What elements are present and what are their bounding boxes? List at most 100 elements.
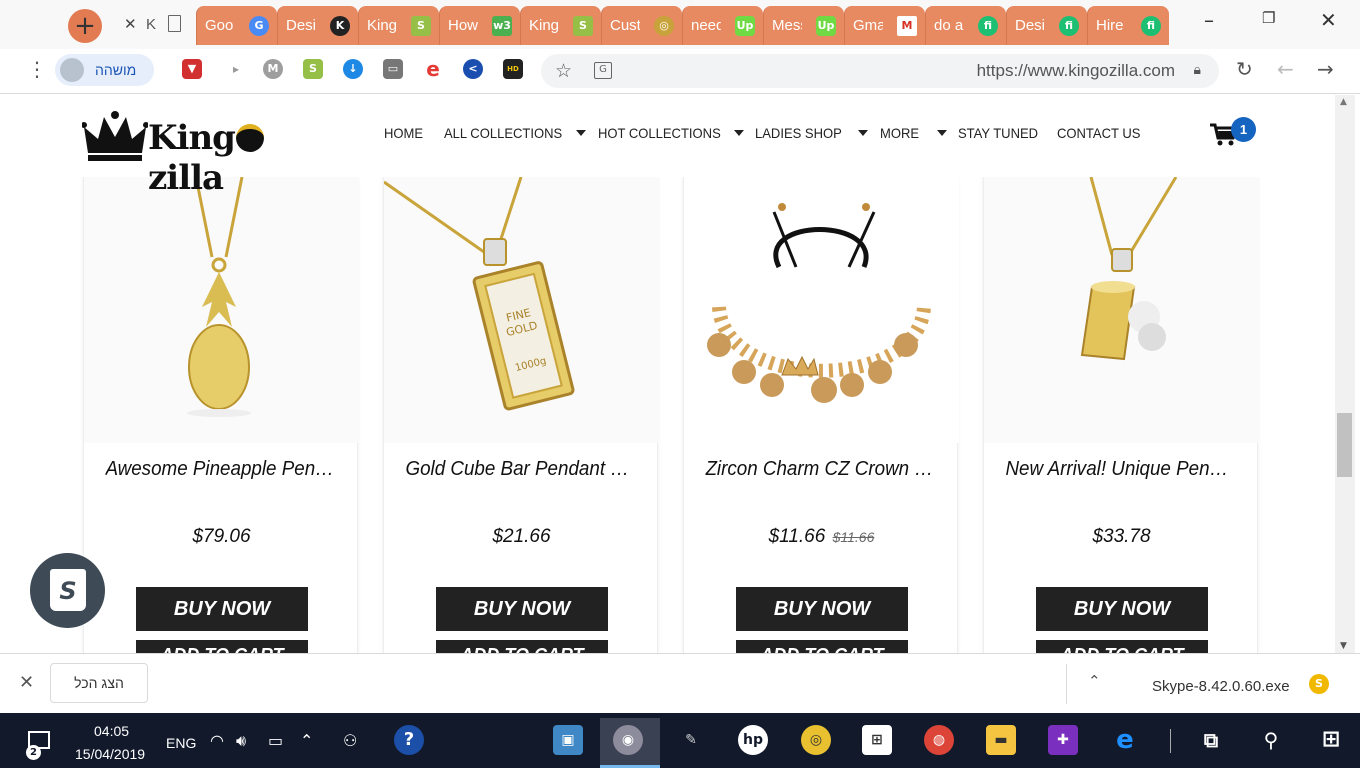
- address-bar[interactable]: ☆ G https://www.kingozilla.com 🔒︎: [541, 54, 1219, 88]
- windows-start-icon[interactable]: ⊞: [1316, 725, 1346, 755]
- lock-icon[interactable]: 🔒︎: [1194, 62, 1201, 78]
- tab[interactable]: Mess Up: [763, 6, 844, 45]
- language-indicator[interactable]: ENG: [166, 735, 196, 751]
- clock-time[interactable]: 04:05: [94, 723, 129, 739]
- installer-file-icon[interactable]: S: [1309, 674, 1329, 694]
- battery-icon[interactable]: ▭: [268, 731, 283, 750]
- tab[interactable]: King S: [358, 6, 439, 45]
- people-icon[interactable]: ⚇: [343, 731, 357, 750]
- product-image[interactable]: [984, 177, 1259, 443]
- close-download-bar-icon[interactable]: ✕: [19, 672, 34, 693]
- shopify-chat-button[interactable]: S: [30, 553, 105, 628]
- scroll-down-arrow-icon[interactable]: ▼: [1340, 641, 1347, 651]
- product-image[interactable]: FINE GOLD 1000g: [384, 177, 659, 443]
- mail-m-icon[interactable]: M: [263, 59, 283, 79]
- share-icon[interactable]: <: [463, 59, 483, 79]
- restore-icon[interactable]: ❐: [1262, 9, 1275, 27]
- product-image[interactable]: [84, 177, 359, 443]
- buy-now-button[interactable]: BUY NOW: [136, 587, 308, 631]
- product-title[interactable]: Zircon Charm CZ Crown 4mm Bracelet: [705, 458, 938, 481]
- add-to-cart-button[interactable]: ADD TO CART: [1036, 640, 1208, 653]
- tab[interactable]: Goo G: [196, 6, 277, 45]
- photos-app-icon[interactable]: ▣: [553, 725, 583, 755]
- url-text[interactable]: https://www.kingozilla.com: [977, 61, 1175, 81]
- syringe-app-icon[interactable]: ✎: [676, 725, 706, 755]
- bookmark-star-icon[interactable]: ☆: [555, 60, 572, 82]
- add-to-cart-button[interactable]: ADD TO CART: [736, 640, 908, 653]
- help-icon[interactable]: ?: [394, 725, 424, 755]
- wifi-icon[interactable]: ◠: [210, 731, 224, 750]
- cart-count-badge[interactable]: 1: [1231, 117, 1256, 142]
- chevron-down-icon[interactable]: [937, 130, 947, 136]
- tab[interactable]: need Up: [682, 6, 763, 45]
- close-window-icon[interactable]: ✕: [1320, 8, 1337, 32]
- forward-arrow-icon[interactable]: ←: [1277, 57, 1294, 81]
- nav-contact-us[interactable]: CONTACT US: [1057, 125, 1140, 141]
- product-image[interactable]: [684, 177, 959, 443]
- shopify-icon[interactable]: S: [303, 59, 323, 79]
- shield-icon[interactable]: ▼: [182, 59, 202, 79]
- minion-app-icon[interactable]: ◎: [801, 725, 831, 755]
- chevron-up-icon[interactable]: ⌃: [300, 731, 313, 750]
- hp-app-icon[interactable]: hp: [738, 725, 768, 755]
- nav-hot-collections[interactable]: HOT COLLECTIONS: [598, 125, 721, 141]
- product-title[interactable]: Gold Cube Bar Pendant Hip Hop Necklace: [405, 458, 638, 481]
- chevron-up-icon[interactable]: ⌃: [1088, 672, 1101, 690]
- add-to-cart-button[interactable]: ADD TO CART: [436, 640, 608, 653]
- volume-icon[interactable]: 🔊︎: [236, 731, 246, 751]
- nav-ladies-shop[interactable]: LADIES SHOP: [755, 125, 842, 141]
- profile-chip[interactable]: מושהה: [55, 54, 154, 86]
- page-scrollbar[interactable]: ▲ ▼: [1335, 95, 1355, 653]
- nav-stay-tuned[interactable]: STAY TUNED: [958, 125, 1038, 141]
- fullhd-icon[interactable]: HD: [503, 59, 523, 79]
- file-explorer-icon[interactable]: ▬: [986, 725, 1016, 755]
- screen-icon[interactable]: ▭: [383, 59, 403, 79]
- site-logo[interactable]: Kingzilla: [82, 107, 322, 198]
- show-all-downloads-button[interactable]: הצג הכל: [50, 663, 148, 703]
- puzzle-app-icon[interactable]: ✚: [1048, 725, 1078, 755]
- chevron-right-icon[interactable]: ▸: [226, 59, 246, 79]
- reload-icon[interactable]: ↻: [1236, 57, 1253, 81]
- back-arrow-icon[interactable]: →: [1317, 57, 1334, 81]
- buy-now-button[interactable]: BUY NOW: [1036, 587, 1208, 631]
- chevron-down-icon[interactable]: [858, 130, 868, 136]
- chevron-down-icon[interactable]: [576, 130, 586, 136]
- minimize-icon[interactable]: –: [1204, 8, 1214, 32]
- scroll-up-arrow-icon[interactable]: ▲: [1340, 97, 1347, 107]
- nav-more[interactable]: MORE: [880, 125, 919, 141]
- add-to-cart-button[interactable]: ADD TO CART: [136, 640, 308, 653]
- tab[interactable]: Gma M: [844, 6, 925, 45]
- translate-icon[interactable]: G: [594, 62, 612, 79]
- buy-now-button[interactable]: BUY NOW: [736, 587, 908, 631]
- edge-browser-icon[interactable]: e: [1110, 725, 1140, 755]
- store-app-icon[interactable]: ⊞: [862, 725, 892, 755]
- nav-home[interactable]: HOME: [384, 125, 423, 141]
- tab[interactable]: Desi fi: [1006, 6, 1087, 45]
- nav-all-collections[interactable]: ALL COLLECTIONS: [444, 125, 562, 141]
- tab-label: How: [448, 17, 478, 34]
- new-tab-plus-icon[interactable]: +: [68, 9, 102, 43]
- tab-close-icon[interactable]: ✕: [124, 15, 137, 33]
- tab[interactable]: do a fi: [925, 6, 1006, 45]
- task-view-icon[interactable]: ⧉: [1196, 725, 1226, 755]
- tab[interactable]: Hire fi: [1087, 6, 1169, 45]
- download-icon[interactable]: ↓: [343, 59, 363, 79]
- search-icon[interactable]: ⚲: [1256, 725, 1286, 755]
- chrome-app-icon[interactable]: ◍: [924, 725, 954, 755]
- tab[interactable]: How w3: [439, 6, 520, 45]
- buy-now-button[interactable]: BUY NOW: [436, 587, 608, 631]
- chrome-profile-app-icon[interactable]: ◉: [613, 725, 643, 755]
- chevron-down-icon[interactable]: [734, 130, 744, 136]
- e-icon[interactable]: e: [423, 59, 443, 79]
- active-tab-label[interactable]: K: [146, 16, 156, 33]
- tab[interactable]: Cust ◎: [601, 6, 682, 45]
- scrollbar-thumb[interactable]: [1337, 413, 1352, 477]
- tab[interactable]: King S: [520, 6, 601, 45]
- clock-date[interactable]: 15/04/2019: [75, 746, 145, 762]
- menu-kebab-icon[interactable]: ⋮: [27, 57, 47, 81]
- download-file-name[interactable]: Skype-8.42.0.60.exe: [1152, 678, 1290, 695]
- tab-label: Hire: [1096, 17, 1124, 34]
- product-title[interactable]: Awesome Pineapple Pendant Hip Hop Neckla…: [105, 458, 338, 481]
- product-title[interactable]: New Arrival! Unique Pendant Necklace: [1005, 458, 1238, 481]
- tab[interactable]: Desi K: [277, 6, 358, 45]
